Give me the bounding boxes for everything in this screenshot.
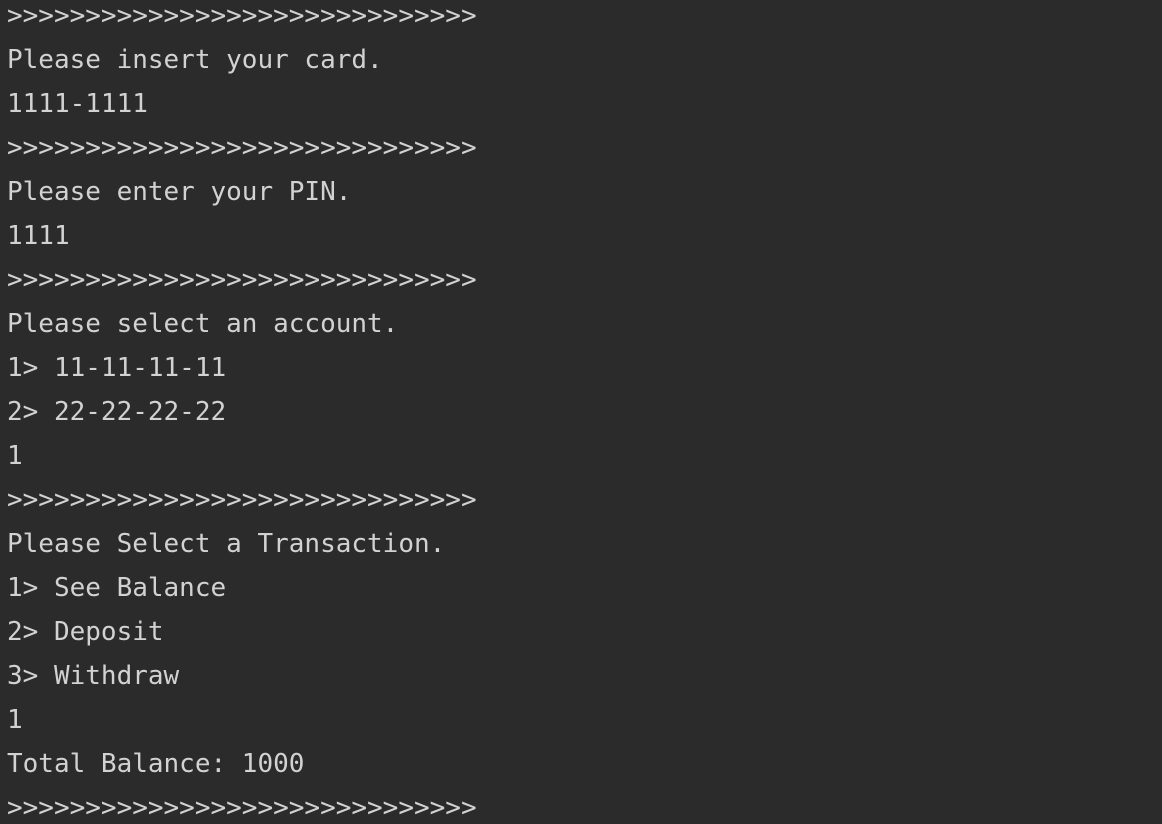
separator-line: >>>>>>>>>>>>>>>>>>>>>>>>>>>>>> <box>7 133 477 163</box>
separator-line: >>>>>>>>>>>>>>>>>>>>>>>>>>>>>> <box>7 265 477 295</box>
prompt-select-transaction: Please Select a Transaction. <box>7 529 446 559</box>
prompt-insert-card: Please insert your card. <box>7 45 383 75</box>
account-option-2: 2> 22-22-22-22 <box>7 397 227 427</box>
transaction-option-2: 2> Deposit <box>7 617 164 647</box>
transaction-option-3: 3> Withdraw <box>7 661 180 691</box>
separator-line: >>>>>>>>>>>>>>>>>>>>>>>>>>>>>> <box>7 485 477 515</box>
user-input-card-number: 1111-1111 <box>7 89 148 119</box>
console-output[interactable]: >>>>>>>>>>>>>>>>>>>>>>>>>>>>>> Please in… <box>0 0 1162 824</box>
user-input-account-choice: 1 <box>7 441 23 471</box>
transaction-option-1: 1> See Balance <box>7 573 227 603</box>
user-input-transaction-choice: 1 <box>7 705 23 735</box>
account-option-1: 1> 11-11-11-11 <box>7 353 227 383</box>
separator-line: >>>>>>>>>>>>>>>>>>>>>>>>>>>>>> <box>7 1 477 31</box>
separator-line: >>>>>>>>>>>>>>>>>>>>>>>>>>>>>> <box>7 793 477 823</box>
prompt-select-account: Please select an account. <box>7 309 399 339</box>
total-balance-output: Total Balance: 1000 <box>7 749 305 779</box>
user-input-pin: 1111 <box>7 221 70 251</box>
prompt-enter-pin: Please enter your PIN. <box>7 177 352 207</box>
